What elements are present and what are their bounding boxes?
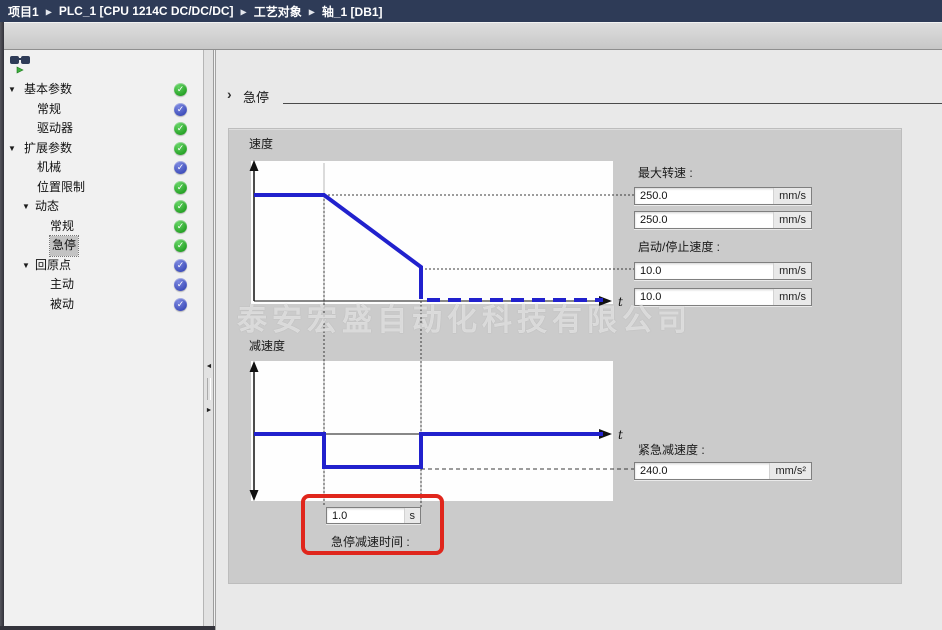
sidebar-item-homing-passive[interactable]: 被动 ✓	[0, 295, 203, 315]
sidebar-item-label: 常规	[37, 100, 61, 120]
breadcrumb-item-axis[interactable]: 轴_1 [DB1]	[322, 3, 383, 20]
start-stop-unit-1: mm/s	[773, 263, 811, 279]
sidebar-item-label: 急停	[50, 236, 78, 256]
sidebar-item-label: 常规	[50, 217, 74, 237]
emergency-decel-input[interactable]	[635, 463, 769, 479]
start-stop-unit-2: mm/s	[773, 289, 811, 305]
sidebar-item-label: 机械	[37, 158, 61, 178]
sidebar-item-position-limits[interactable]: 位置限制 ✓	[0, 178, 203, 198]
sidebar-item-label: 被动	[50, 295, 74, 315]
splitter-handle[interactable]	[207, 378, 211, 400]
status-info-icon: ✓	[174, 298, 187, 311]
sidebar-item-mechanics[interactable]: 机械 ✓	[0, 158, 203, 178]
sidebar-item-label: 回原点	[35, 256, 71, 276]
estop-time-label: 急停减速时间 :	[331, 533, 410, 550]
velocity-chart-plot	[251, 161, 613, 304]
sidebar-item-label: 位置限制	[37, 178, 85, 198]
status-info-icon: ✓	[174, 278, 187, 291]
max-speed-label: 最大转速 :	[638, 164, 693, 181]
sidebar-item-basic-params[interactable]: ▼ 基本参数 ✓	[0, 80, 203, 100]
emergency-decel-field[interactable]: mm/s²	[634, 462, 812, 480]
emergency-decel-unit: mm/s²	[769, 463, 811, 479]
status-ok-icon: ✓	[174, 142, 187, 155]
status-info-icon: ✓	[174, 259, 187, 272]
sidebar-item-drive[interactable]: 驱动器 ✓	[0, 119, 203, 139]
sidebar-item-label: 动态	[35, 197, 59, 217]
expander-icon[interactable]: ▼	[8, 80, 16, 100]
sidebar-item-label: 基本参数	[24, 80, 72, 100]
emergency-decel-label: 紧急减速度 :	[638, 441, 705, 458]
section-collapse-icon[interactable]: ›	[227, 86, 232, 102]
velocity-t-label: t	[618, 295, 623, 309]
sidebar-item-extended-params[interactable]: ▼ 扩展参数 ✓	[0, 139, 203, 159]
deceleration-chart-plot	[251, 361, 613, 501]
page-title: 急停	[243, 87, 269, 106]
parameter-sidebar: ▼基本参数✓常规✓驱动器✓▼扩展参数✓机械✓位置限制✓▼动态✓常规✓急停✓▼回原…	[0, 50, 215, 630]
sidebar-item-dynamics-general[interactable]: 常规 ✓	[0, 217, 203, 237]
toolbar	[0, 22, 942, 50]
status-ok-icon: ✓	[174, 83, 187, 96]
max-speed-unit-1: mm/s	[773, 188, 811, 204]
sidebar-splitter[interactable]: ◄ ►	[203, 50, 214, 630]
breadcrumb-separator-icon: ▶	[241, 7, 247, 16]
start-stop-field-2[interactable]: mm/s	[634, 288, 812, 306]
breadcrumb-item-tech-objects[interactable]: 工艺对象	[254, 3, 302, 20]
start-stop-input-1[interactable]	[635, 263, 773, 279]
sidebar-item-homing[interactable]: ▼回原点 ✓	[0, 256, 203, 276]
tia-portal-window: 项目1 ▶ PLC_1 [CPU 1214C DC/DC/DC] ▶ 工艺对象 …	[0, 0, 942, 630]
breadcrumb: 项目1 ▶ PLC_1 [CPU 1214C DC/DC/DC] ▶ 工艺对象 …	[0, 0, 942, 22]
sidebar-item-label: 主动	[50, 275, 74, 295]
sidebar-item-homing-active[interactable]: 主动 ✓	[0, 275, 203, 295]
max-speed-field-2[interactable]: mm/s	[634, 211, 812, 229]
parameter-tree: ▼基本参数✓常规✓驱动器✓▼扩展参数✓机械✓位置限制✓▼动态✓常规✓急停✓▼回原…	[0, 80, 203, 314]
sidebar-item-label: 驱动器	[37, 119, 73, 139]
estop-time-input[interactable]	[327, 508, 404, 523]
breadcrumb-separator-icon: ▶	[309, 7, 315, 16]
splitter-collapse-left-icon[interactable]: ◄	[205, 363, 213, 371]
emergency-stop-page: › 急停 速度 减速度	[216, 50, 942, 630]
start-stop-input-2[interactable]	[635, 289, 773, 305]
max-speed-field-1[interactable]: mm/s	[634, 187, 812, 205]
breadcrumb-item-plc[interactable]: PLC_1 [CPU 1214C DC/DC/DC]	[59, 4, 234, 18]
status-ok-icon: ✓	[174, 122, 187, 135]
splitter-collapse-right-icon[interactable]: ►	[205, 407, 213, 415]
expander-icon[interactable]: ▼	[22, 197, 30, 217]
emergency-stop-panel: 速度 减速度	[228, 128, 902, 584]
estop-time-unit: s	[404, 508, 421, 523]
breadcrumb-separator-icon: ▶	[46, 7, 52, 16]
max-speed-input-2[interactable]	[635, 212, 773, 228]
sidebar-bottom-edge	[0, 626, 215, 630]
estop-time-field[interactable]: s	[326, 507, 421, 524]
sidebar-item-general[interactable]: 常规 ✓	[0, 100, 203, 120]
sidebar-item-label: 扩展参数	[24, 139, 72, 159]
status-info-icon: ✓	[174, 161, 187, 174]
status-ok-icon: ✓	[174, 239, 187, 252]
max-speed-input-1[interactable]	[635, 188, 773, 204]
status-ok-icon: ✓	[174, 200, 187, 213]
decel-t-label: t	[618, 428, 623, 442]
status-info-icon: ✓	[174, 103, 187, 116]
status-ok-icon: ✓	[174, 181, 187, 194]
max-speed-unit-2: mm/s	[773, 212, 811, 228]
section-rule	[283, 103, 942, 104]
breadcrumb-item-project[interactable]: 项目1	[8, 3, 39, 20]
expander-icon[interactable]: ▼	[22, 256, 30, 276]
sidebar-item-emergency-stop[interactable]: 急停 ✓	[0, 236, 203, 256]
window-left-edge	[0, 22, 4, 630]
status-ok-icon: ✓	[174, 220, 187, 233]
expander-icon[interactable]: ▼	[8, 139, 16, 159]
start-stop-field-1[interactable]: mm/s	[634, 262, 812, 280]
sidebar-item-dynamics[interactable]: ▼动态 ✓	[0, 197, 203, 217]
function-view-icon[interactable]	[9, 55, 33, 75]
start-stop-speed-label: 启动/停止速度 :	[638, 238, 720, 255]
